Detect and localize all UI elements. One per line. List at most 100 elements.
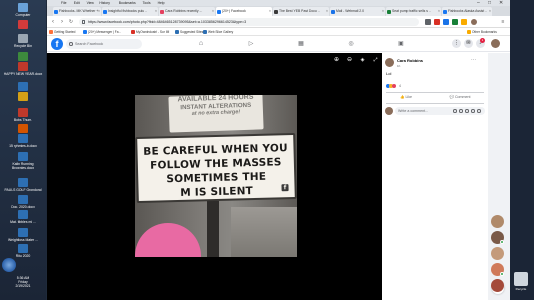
menu-item[interactable]: Edit bbox=[74, 1, 80, 5]
contact-avatar[interactable] bbox=[491, 231, 504, 244]
extension-icon[interactable] bbox=[461, 19, 467, 25]
desktop-shortcut[interactable]: Doc. 2020.docx bbox=[3, 195, 43, 209]
close-tab-icon[interactable]: × bbox=[212, 7, 214, 16]
post-time[interactable]: 1h bbox=[397, 64, 400, 68]
menu-grid-icon[interactable]: ⋮ bbox=[452, 39, 461, 48]
desktop-shortcut[interactable] bbox=[3, 52, 43, 62]
desktop-shortcut[interactable]: Recycle Bin bbox=[3, 34, 43, 48]
recycle-bin-icon[interactable] bbox=[514, 272, 528, 286]
gaming-icon[interactable]: ▣ bbox=[396, 40, 406, 48]
desktop-shortcut[interactable]: Computer bbox=[3, 3, 43, 17]
back-icon[interactable]: ‹ bbox=[49, 18, 57, 26]
comment-input[interactable]: Write a comment... bbox=[395, 107, 485, 115]
messenger-icon[interactable]: ✉ bbox=[464, 39, 473, 48]
quote-line: M IS SILENT bbox=[180, 185, 254, 199]
account-avatar[interactable] bbox=[491, 39, 500, 48]
tag-icon[interactable]: ◈ bbox=[359, 57, 366, 64]
reaction-count[interactable]: 4 bbox=[399, 84, 401, 88]
comment-button[interactable]: 💬 Comment bbox=[440, 95, 480, 99]
close-tab-icon[interactable]: × bbox=[382, 7, 384, 16]
browser-tab[interactable]: Fishbooks- MK Whether + × bbox=[53, 7, 101, 16]
groups-icon[interactable]: ◎ bbox=[346, 40, 356, 48]
camera-icon[interactable] bbox=[459, 109, 463, 113]
facebook-logo-icon[interactable]: f bbox=[51, 38, 63, 50]
other-bookmarks[interactable]: Other Bookmarks bbox=[467, 30, 497, 34]
desktop-shortcut[interactable]: 15 ryhmies-b.docx bbox=[3, 134, 43, 148]
author-name[interactable]: Cara Robbins bbox=[397, 58, 423, 63]
browser-tab[interactable]: Insightful fishbooks pulu .. × bbox=[102, 7, 158, 16]
extension-icon[interactable] bbox=[452, 19, 458, 25]
refresh-icon[interactable]: ↻ bbox=[67, 18, 75, 26]
reactions-summary[interactable] bbox=[386, 84, 396, 89]
bookmark-item[interactable]: Web Slice Gallery bbox=[203, 30, 233, 34]
extension-icon[interactable] bbox=[443, 19, 449, 25]
fullscreen-icon[interactable]: ⤢ bbox=[372, 57, 379, 64]
browser-tab[interactable]: The Best YEB Past Docu .. × bbox=[273, 7, 329, 16]
emoji-icon[interactable] bbox=[453, 109, 457, 113]
favicon-icon bbox=[54, 9, 58, 14]
profile-icon[interactable] bbox=[471, 19, 477, 25]
close-tab-icon[interactable]: × bbox=[326, 7, 328, 16]
desktop-shortcut[interactable]: Kalin Running Brownies.docx bbox=[3, 152, 43, 170]
bookmark-label: Web Slice Gallery bbox=[208, 29, 234, 34]
bookmark-item[interactable]: MyOwnlndustrl - Sor IM bbox=[131, 30, 169, 34]
post-caption: Lol bbox=[386, 71, 392, 76]
browser-tab[interactable]: Seat pump traffic sells s .. × bbox=[386, 7, 441, 16]
taskbar-clock[interactable]: 5:36 AM Friday 2/19/2021 bbox=[3, 276, 43, 288]
bookmark-item[interactable]: (20+) Messenger | Fa .. bbox=[83, 30, 121, 34]
extension-icon[interactable] bbox=[425, 19, 431, 25]
zoom-in-icon[interactable]: ⊕ bbox=[333, 57, 340, 64]
gif-icon[interactable] bbox=[465, 109, 469, 113]
contact-avatar[interactable] bbox=[491, 279, 504, 292]
browser-menu-icon[interactable]: ≡ bbox=[499, 18, 507, 26]
home-icon[interactable]: ⌂ bbox=[196, 40, 206, 48]
forward-icon[interactable]: › bbox=[58, 18, 66, 26]
zoom-out-icon[interactable]: ⊖ bbox=[346, 57, 353, 64]
desktop-shortcut[interactable] bbox=[3, 92, 43, 102]
desktop-shortcut-label: Weightloss Mater ... bbox=[8, 238, 38, 242]
desktop-shortcut[interactable] bbox=[3, 82, 43, 92]
close-tab-icon[interactable]: × bbox=[98, 7, 100, 16]
watch-icon[interactable]: ▷ bbox=[246, 40, 256, 48]
desktop-shortcut[interactable]: HAPPY NEW YEAR.docx bbox=[3, 62, 43, 76]
contact-avatar[interactable] bbox=[491, 247, 504, 260]
address-bar[interactable]: https://www.facebook.com/photo.php?fbid=… bbox=[79, 18, 419, 26]
marketplace-icon[interactable]: ▦ bbox=[296, 40, 306, 48]
menu-item[interactable]: Help bbox=[158, 1, 165, 5]
desktop-shortcut[interactable]: Ritu 2020 bbox=[3, 244, 43, 258]
browser-tab[interactable]: Mail - Webmail 2.0 × bbox=[330, 7, 385, 16]
contact-avatar[interactable] bbox=[491, 215, 504, 228]
menu-item[interactable]: File bbox=[61, 1, 66, 5]
post-photo[interactable]: AVAILABLE 24 HOURS INSTANT ALTERATIONS a… bbox=[135, 95, 297, 257]
menu-item[interactable]: History bbox=[99, 1, 110, 5]
author-avatar[interactable] bbox=[385, 58, 394, 67]
bookmark-item[interactable]: Suggested Sites bbox=[175, 30, 203, 34]
desktop-shortcut[interactable]: Bobs Thum. bbox=[3, 108, 43, 122]
file-icon bbox=[18, 3, 28, 12]
browser-tab[interactable]: (20+) Facebook × bbox=[216, 7, 272, 16]
extension-icon[interactable] bbox=[434, 19, 440, 25]
menu-item[interactable]: Bookmarks bbox=[119, 1, 136, 5]
browser-tab[interactable]: Fishbooks Alaska Assist .. × bbox=[442, 7, 492, 16]
like-button[interactable]: 👍 Like bbox=[386, 95, 426, 99]
desktop-shortcut[interactable]: Mat. tibbles mi ... bbox=[3, 210, 43, 224]
close-tab-icon[interactable]: × bbox=[489, 7, 491, 16]
desktop-shortcut[interactable]: PAULS GOLF Grondoral bbox=[3, 178, 43, 192]
file-icon bbox=[18, 152, 28, 161]
start-button[interactable] bbox=[2, 258, 16, 272]
desktop-shortcut[interactable]: Weightloss Mater ... bbox=[3, 228, 43, 242]
close-tab-icon[interactable]: × bbox=[269, 7, 271, 16]
menu-item[interactable]: View bbox=[87, 1, 94, 5]
bookmark-item[interactable]: Getting Started bbox=[49, 30, 75, 34]
browser-tab[interactable]: Cara Robbins recently ... × bbox=[159, 7, 215, 16]
close-tab-icon[interactable]: × bbox=[438, 7, 440, 16]
facebook-search-input[interactable]: Search Facebook bbox=[66, 39, 142, 49]
contact-avatar[interactable] bbox=[491, 263, 504, 276]
desktop-shortcut[interactable] bbox=[3, 124, 43, 134]
desktop-shortcut[interactable] bbox=[3, 20, 43, 30]
close-tab-icon[interactable]: × bbox=[155, 7, 157, 16]
more-options-icon[interactable]: ··· bbox=[471, 57, 476, 63]
avatar-sticker-icon[interactable] bbox=[477, 109, 481, 113]
sticker-icon[interactable] bbox=[471, 109, 475, 113]
menu-item[interactable]: Tools bbox=[143, 1, 151, 5]
